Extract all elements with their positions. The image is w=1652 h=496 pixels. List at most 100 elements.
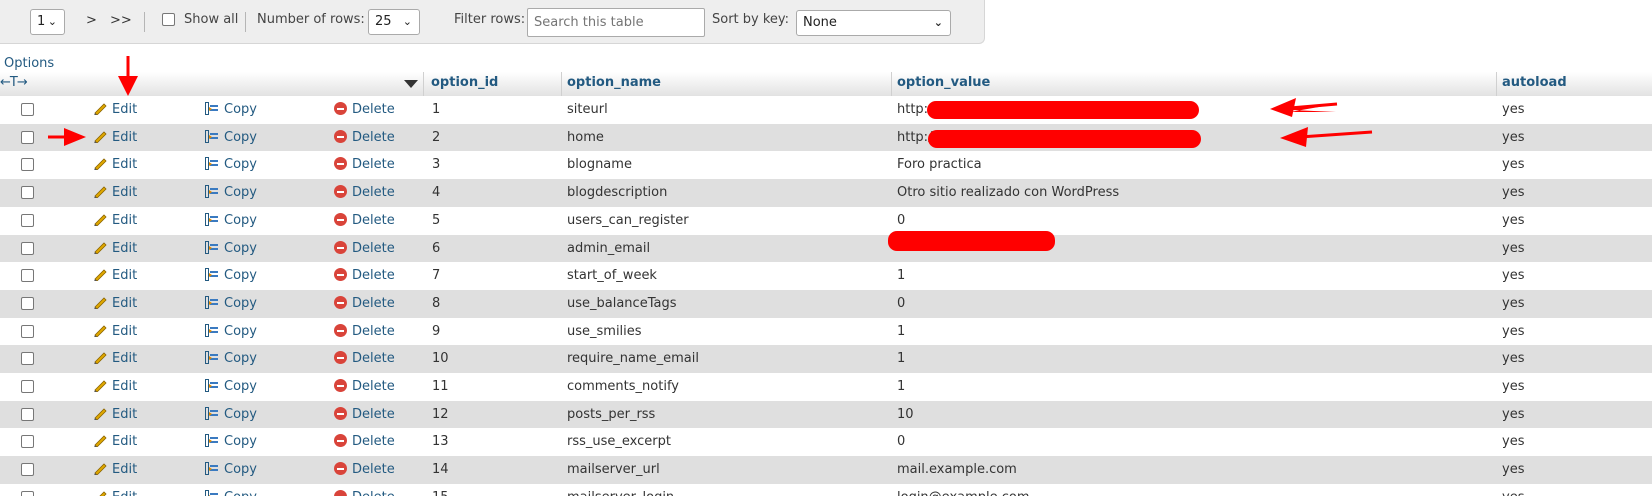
copy-link[interactable]: Copy	[205, 406, 257, 422]
row-checkbox[interactable]	[21, 435, 34, 449]
delete-label: Delete	[352, 406, 395, 422]
pencil-icon	[94, 463, 107, 476]
cell-option-name: blogdescription	[567, 185, 668, 201]
row-checkbox[interactable]	[21, 296, 34, 310]
copy-link[interactable]: Copy	[205, 240, 257, 256]
cell-option-id: 10	[432, 351, 449, 367]
delete-label: Delete	[352, 379, 395, 394]
delete-link[interactable]: Delete	[334, 185, 395, 200]
row-checkbox[interactable]	[21, 324, 34, 338]
cell-option-name: use_smilies	[567, 323, 642, 339]
row-checkbox[interactable]	[21, 269, 34, 283]
delete-label: Delete	[352, 268, 395, 284]
sort-triangle-icon[interactable]	[404, 80, 418, 88]
copy-link[interactable]: Copy	[205, 379, 257, 394]
copy-link[interactable]: Copy	[205, 462, 257, 477]
copy-link[interactable]: Copy	[205, 351, 257, 366]
copy-link[interactable]: Copy	[205, 102, 257, 117]
edit-link[interactable]: Edit	[93, 379, 137, 394]
edit-link[interactable]: Edit	[93, 296, 137, 311]
delete-link[interactable]: Delete	[334, 240, 395, 256]
edit-link[interactable]: Edit	[93, 324, 137, 339]
copy-link[interactable]: Copy	[205, 129, 257, 145]
cell-option-value: 1	[897, 323, 906, 339]
next-page-button[interactable]: >	[86, 13, 97, 28]
copy-link[interactable]: Copy	[205, 489, 257, 496]
table-row: Edit Copy Delete 6 admin_email yes	[0, 234, 1652, 263]
row-checkbox[interactable]	[21, 130, 34, 144]
edit-link[interactable]: Edit	[93, 241, 137, 256]
delete-link[interactable]: Delete	[334, 212, 395, 228]
cell-option-id: 11	[432, 379, 449, 394]
table-row: Edit Copy Delete 10 require_name_email 1…	[0, 345, 1652, 374]
row-checkbox[interactable]	[21, 241, 34, 255]
delete-circle-icon	[334, 379, 347, 392]
copy-link[interactable]: Copy	[205, 295, 257, 311]
cell-option-value: 0	[897, 434, 906, 450]
divider	[144, 12, 145, 32]
delete-link[interactable]: Delete	[334, 489, 395, 496]
header-autoload[interactable]: autoload	[1502, 75, 1567, 90]
delete-link[interactable]: Delete	[334, 323, 395, 339]
copy-label: Copy	[224, 268, 257, 284]
search-input[interactable]	[527, 8, 705, 37]
sort-by-key-select[interactable]: None ⌄	[796, 10, 951, 36]
copy-link[interactable]: Copy	[205, 434, 257, 449]
cell-option-name: users_can_register	[567, 212, 689, 228]
row-checkbox[interactable]	[21, 407, 34, 421]
delete-link[interactable]: Delete	[334, 379, 395, 394]
row-checkbox[interactable]	[21, 463, 34, 477]
last-page-button[interactable]: >>	[110, 13, 132, 28]
edit-link[interactable]: Edit	[93, 185, 137, 200]
row-checkbox[interactable]	[21, 352, 34, 366]
delete-link[interactable]: Delete	[334, 406, 395, 422]
header-option-id[interactable]: option_id	[431, 75, 498, 90]
delete-circle-icon	[334, 295, 347, 309]
row-checkbox[interactable]	[21, 213, 34, 227]
row-checkbox[interactable]	[21, 158, 34, 172]
delete-link[interactable]: Delete	[334, 462, 395, 477]
copy-link[interactable]: Copy	[205, 268, 257, 283]
copy-link[interactable]: Copy	[205, 157, 257, 172]
edit-link[interactable]: Edit	[93, 102, 137, 117]
row-checkbox[interactable]	[21, 103, 34, 116]
delete-link[interactable]: Delete	[334, 351, 395, 366]
delete-link[interactable]: Delete	[334, 434, 395, 449]
delete-link[interactable]: Delete	[334, 129, 395, 145]
header-divider	[423, 72, 424, 96]
edit-link[interactable]: Edit	[93, 213, 137, 228]
delete-link[interactable]: Delete	[334, 157, 395, 172]
copy-link[interactable]: Copy	[205, 185, 257, 200]
edit-label: Edit	[112, 268, 138, 284]
cell-option-value: mail.example.com	[897, 462, 1017, 478]
row-checkbox[interactable]	[21, 490, 34, 496]
page-number-select[interactable]: 1 ⌄	[30, 9, 65, 35]
row-checkbox[interactable]	[21, 186, 34, 200]
delete-link[interactable]: Delete	[334, 102, 395, 117]
delete-link[interactable]: Delete	[334, 295, 395, 311]
edit-link[interactable]: Edit	[93, 157, 137, 172]
edit-link[interactable]: Edit	[93, 434, 137, 449]
edit-link[interactable]: Edit	[93, 407, 137, 422]
cell-option-id: 8	[432, 295, 441, 311]
delete-link[interactable]: Delete	[334, 268, 395, 283]
cell-option-value: 1	[897, 379, 906, 394]
copy-link[interactable]: Copy	[205, 323, 257, 339]
header-option-name[interactable]: option_name	[567, 75, 661, 90]
edit-link[interactable]: Edit	[93, 351, 137, 366]
row-checkbox[interactable]	[21, 380, 34, 393]
copy-link[interactable]: Copy	[205, 212, 257, 228]
edit-link[interactable]: Edit	[93, 462, 137, 477]
column-arrows-icon[interactable]: ←T→	[0, 75, 28, 90]
edit-label: Edit	[112, 212, 138, 228]
options-link[interactable]: Options	[4, 56, 54, 71]
show-all-checkbox[interactable]	[162, 13, 175, 26]
num-rows-select[interactable]: 25 ⌄	[368, 9, 420, 35]
cell-option-id: 1	[432, 102, 441, 117]
edit-link[interactable]: Edit	[93, 268, 137, 283]
edit-link[interactable]: Edit	[93, 490, 137, 496]
copy-label: Copy	[224, 212, 257, 228]
cell-autoload: yes	[1502, 240, 1525, 256]
header-option-value[interactable]: option_value	[897, 75, 990, 90]
edit-link[interactable]: Edit	[93, 130, 137, 145]
